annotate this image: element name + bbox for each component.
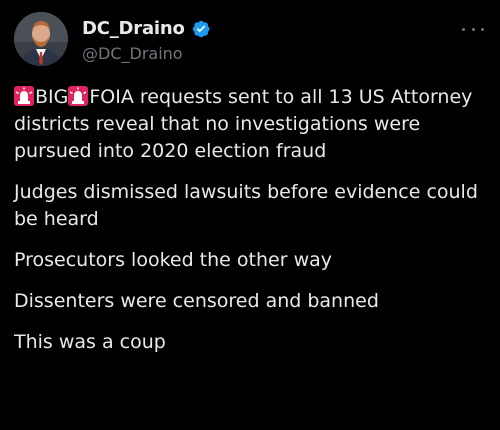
avatar-image [14, 12, 68, 66]
dot [462, 27, 465, 31]
tweet-text: BIG FOIA requests sent to all 13 US Atto… [14, 84, 492, 370]
tweet-paragraph-3: Prosecutors looked the other way [14, 249, 332, 271]
tweet-paragraph-4: Dissenters were censored and banned [14, 290, 379, 312]
avatar[interactable] [14, 12, 68, 66]
tweet-paragraph-1: BIG FOIA requests sent to all 13 US Atto… [14, 84, 492, 165]
dot [471, 27, 475, 31]
tweet-card: DC_Draino @DC_Draino BIG FOIA requests s… [0, 0, 500, 430]
name-row: DC_Draino [82, 18, 211, 39]
tweet-header: DC_Draino @DC_Draino [14, 12, 486, 70]
more-horizontal-icon[interactable] [462, 24, 484, 34]
tweet-paragraph-5: This was a coup [14, 331, 166, 353]
handle[interactable]: @DC_Draino [82, 44, 183, 63]
police-car-light-icon [14, 86, 34, 106]
verified-badge-icon [192, 20, 210, 37]
display-name[interactable]: DC_Draino [82, 18, 185, 39]
tweet-word-big: BIG [35, 86, 69, 108]
tweet-paragraph-2: Judges dismissed lawsuits before evidenc… [14, 181, 478, 230]
dot [481, 27, 484, 31]
police-car-light-icon [68, 86, 89, 106]
